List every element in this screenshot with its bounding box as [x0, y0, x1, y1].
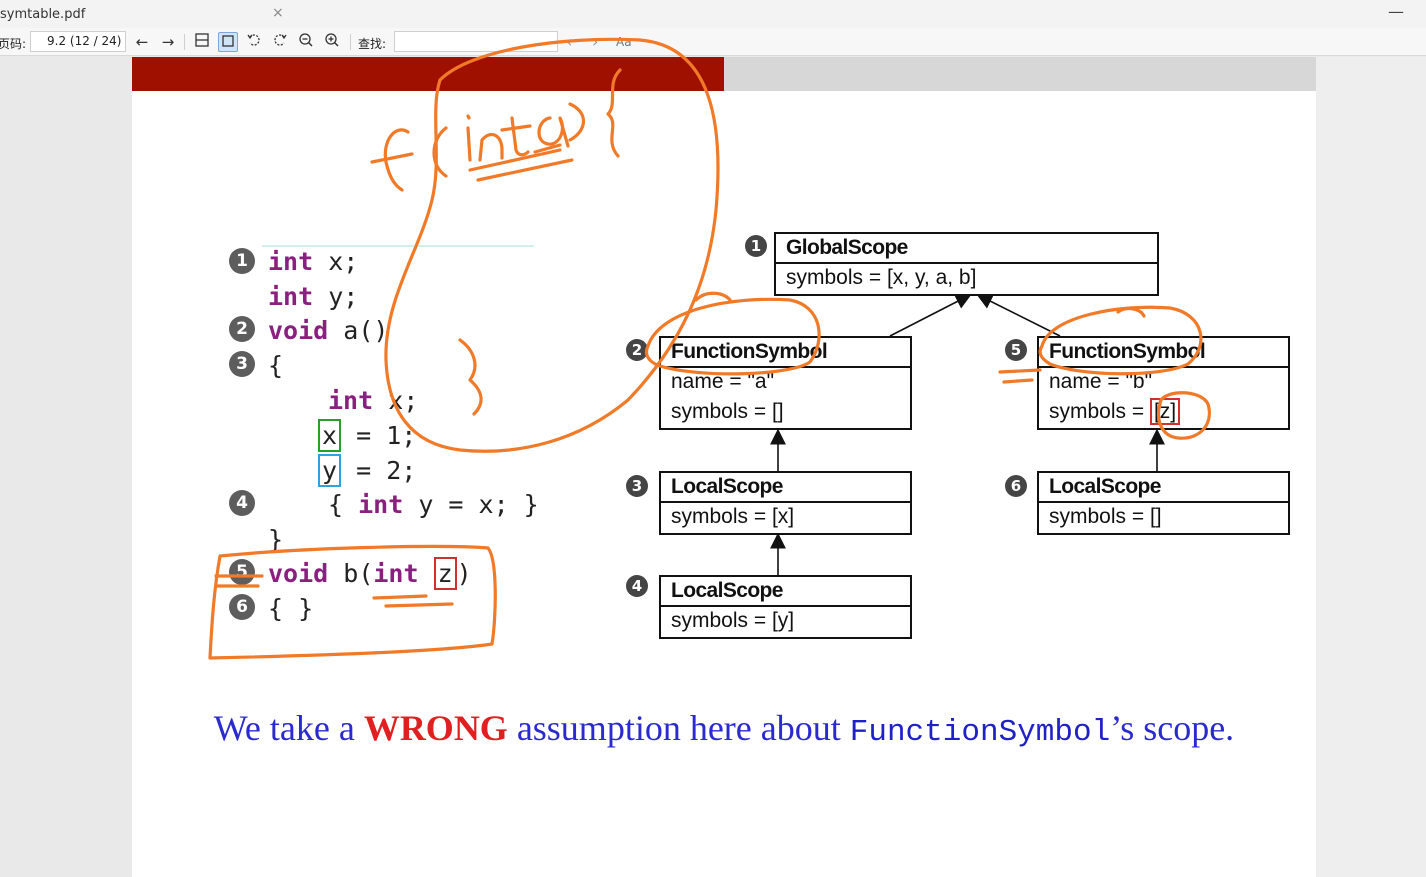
function-symbol-a-box: FunctionSymbol name = "a" symbols = [] — [659, 336, 912, 430]
close-tab-icon[interactable]: × — [272, 5, 284, 21]
match-case-toggle[interactable]: Aa — [616, 35, 632, 49]
scope-title: LocalScope — [661, 473, 910, 503]
scope-number-badge: 6 — [1005, 475, 1027, 497]
scope-number-badge: 3 — [626, 475, 648, 497]
find-input[interactable] — [394, 31, 558, 52]
scope-symbols: symbols = [z] — [1039, 398, 1288, 428]
viewer-background — [1316, 57, 1426, 877]
scope-name: name = "b" — [1049, 370, 1153, 393]
scope-symbols: symbols = [y] — [671, 609, 795, 632]
find-prev-icon[interactable]: ‹ — [566, 32, 572, 51]
scope-title: FunctionSymbol — [661, 338, 910, 368]
scope-number-badge: 4 — [626, 575, 648, 597]
find-label: 查找: — [358, 37, 387, 51]
function-symbol-b-box: FunctionSymbol name = "b" symbols = [z] — [1037, 336, 1290, 430]
rotate-right-icon[interactable] — [270, 32, 290, 52]
scope-title: FunctionSymbol — [1039, 338, 1288, 368]
minimize-icon[interactable]: — — [1388, 2, 1404, 21]
zoom-in-icon[interactable] — [322, 32, 342, 52]
local-scope-box: LocalScope symbols = [y] — [659, 575, 912, 639]
back-arrow-icon[interactable]: ← — [132, 32, 152, 52]
caption-emphasis: WRONG — [363, 708, 508, 748]
parent-arrow — [976, 294, 1061, 337]
local-scope-box: LocalScope symbols = [x] — [659, 471, 912, 535]
toolbar-divider — [350, 34, 351, 50]
page-label: 页码: — [0, 37, 27, 51]
toolbar-divider — [184, 34, 185, 50]
slide-caption: We take a WRONG assumption here about Fu… — [132, 707, 1316, 750]
parent-arrow — [889, 294, 972, 337]
caption-code: FunctionSymbol — [849, 715, 1111, 750]
scope-symbols-label: symbols = — [1049, 400, 1150, 423]
global-scope-box: GlobalScope symbols = [x, y, a, b] — [774, 232, 1159, 296]
forward-arrow-icon[interactable]: → — [158, 32, 178, 52]
scope-symbols: symbols = [] — [1049, 505, 1162, 528]
caption-text: We take a — [213, 708, 364, 748]
toolbar: 页码: 9.2 (12 / 24) ← → 查找: ‹ › Aa — [0, 28, 1426, 56]
local-scope-box: LocalScope symbols = [] — [1037, 471, 1290, 535]
scope-symbols: symbols = [] — [671, 400, 784, 423]
scope-number-badge: 5 — [1005, 339, 1027, 361]
scope-number-badge: 2 — [626, 339, 648, 361]
zoom-out-icon[interactable] — [296, 32, 316, 52]
scope-symbols: symbols = [x, y, a, b] — [786, 266, 977, 289]
boxed-symbol: [z] — [1149, 398, 1181, 425]
page-number-input[interactable]: 9.2 (12 / 24) — [30, 31, 126, 52]
scope-number-badge: 1 — [745, 235, 767, 257]
scope-symbols: symbols = [x] — [671, 505, 795, 528]
single-page-view-icon[interactable] — [192, 32, 212, 52]
diagram-arrows — [770, 294, 1165, 575]
tab-title[interactable]: symtable.pdf — [0, 7, 85, 22]
fit-page-icon[interactable] — [218, 32, 238, 52]
tab-bar: symtable.pdf × — — [0, 0, 1426, 28]
find-next-icon[interactable]: › — [592, 32, 598, 51]
caption-text: assumption here about — [507, 708, 850, 748]
scope-name: name = "a" — [671, 370, 775, 393]
scope-title: GlobalScope — [776, 234, 1157, 264]
pdf-page: 1 2 3 4 5 6 int x; int y; void a() { int… — [132, 57, 1316, 877]
caption-text: ’s scope. — [1110, 708, 1235, 748]
scope-title: LocalScope — [661, 577, 910, 607]
rotate-left-icon[interactable] — [244, 32, 264, 52]
scope-title: LocalScope — [1039, 473, 1288, 503]
